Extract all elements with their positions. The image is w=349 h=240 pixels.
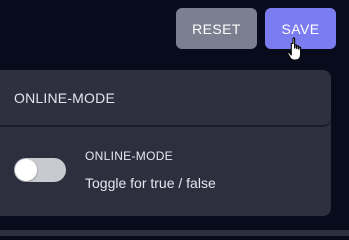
- online-mode-toggle[interactable]: [14, 158, 66, 182]
- reset-button-label: RESET: [192, 20, 241, 37]
- next-panel-edge: [0, 230, 349, 236]
- setting-description: Toggle for true / false: [85, 175, 216, 191]
- settings-panel: ONLINE-MODE ONLINE-MODE Toggle for true …: [0, 70, 331, 216]
- panel-header: ONLINE-MODE: [0, 70, 331, 126]
- save-button-label: SAVE: [281, 20, 320, 37]
- hand-pointer-icon: [287, 37, 302, 61]
- setting-name: ONLINE-MODE: [85, 149, 173, 163]
- reset-button[interactable]: RESET: [176, 8, 257, 49]
- toggle-knob: [15, 159, 37, 181]
- panel-title: ONLINE-MODE: [14, 89, 115, 106]
